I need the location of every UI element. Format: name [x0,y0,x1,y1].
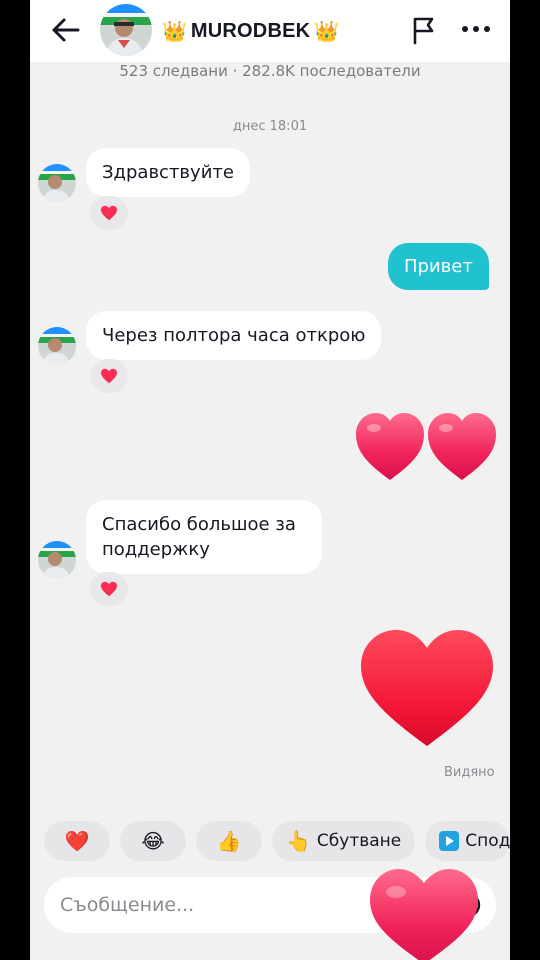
heart-icon [101,368,117,384]
username: MURODBEK [190,19,311,42]
heart-icon: ❤️ [64,829,90,853]
thumbs-up-icon: 👍 [216,829,242,853]
poke-label: Сбутване [316,831,402,851]
quick-replies: ❤️ 😂 👍 👆 Сбутване Спод [44,821,510,861]
avatar[interactable] [38,541,76,579]
heart-icon [101,581,117,597]
avatar[interactable] [38,164,76,202]
message-reaction[interactable] [90,572,128,606]
chat-screen: 👑 MURODBEK 👑 523 следвани · 282.8K после… [30,0,510,960]
crown-icon: 👑 [314,19,340,43]
avatar[interactable] [38,327,76,365]
share-button[interactable]: Спод [425,821,510,861]
heart-icon [101,205,117,221]
seen-status: Видяно [444,765,495,780]
outgoing-message[interactable]: Привет [388,243,489,290]
message-reaction[interactable] [90,196,128,230]
heart-icon [361,630,493,746]
avatar[interactable] [100,4,152,56]
message-input[interactable] [60,877,390,933]
heart-icon [370,869,478,960]
chat-header: 👑 MURODBEK 👑 [30,0,510,62]
poke-button[interactable]: 👆 Сбутване [272,821,416,861]
report-button[interactable] [410,15,438,45]
flag-icon [413,17,434,45]
crown-icon: 👑 [162,19,187,43]
incoming-message[interactable]: Спасибо большое за поддержку [86,500,322,574]
heart-icon [428,413,496,480]
laughing-face-icon: 😂 [141,829,165,853]
floating-heart-animation [368,866,480,960]
incoming-message[interactable]: Через полтора часа открою [86,311,382,360]
profile-title[interactable]: 👑 MURODBEK 👑 [162,16,339,46]
quick-heart-button[interactable]: ❤️ [44,821,110,861]
big-heart-sticker[interactable] [358,628,496,748]
incoming-message[interactable]: Здравствуйте [86,148,250,197]
more-options-button[interactable] [460,18,492,40]
quick-thumbs-up-button[interactable]: 👍 [196,821,262,861]
back-button[interactable] [48,14,84,46]
share-label: Спод [465,831,510,851]
quick-laugh-button[interactable]: 😂 [120,821,186,861]
arrow-left-icon [52,18,80,42]
follow-stats: 523 следвани · 282.8K последователи [119,62,421,80]
pointing-hand-icon: 👆 [286,829,311,853]
play-square-icon [439,831,460,851]
two-hearts-sticker[interactable] [354,410,500,482]
message-reaction[interactable] [90,359,128,393]
more-dots-icon [462,26,490,32]
message-timestamp: днес 18:01 [232,119,308,134]
heart-icon [356,413,424,480]
